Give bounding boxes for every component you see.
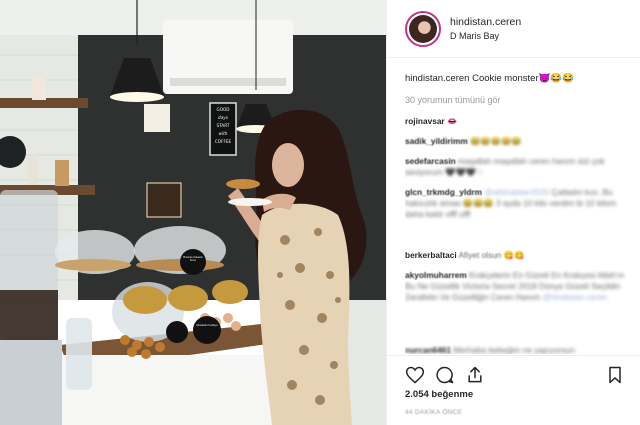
comment-text: 😂😂😂😂😂 [470, 136, 522, 146]
post-timestamp: 44 DAKİKA ÖNCE [405, 409, 463, 416]
comment-username[interactable]: sedefarcasin [405, 156, 456, 166]
share-icon[interactable] [465, 365, 485, 385]
comment: sadik_yildirimm 😂😂😂😂😂 [405, 136, 631, 147]
likes-count[interactable]: 2.054 beğenme [405, 389, 473, 400]
comment-icon[interactable] [435, 365, 455, 385]
photo-scene [0, 0, 386, 425]
post-panel: hindistan.ceren D Maris Bay hindistan.ce… [386, 0, 640, 425]
cake-tag: Brownie Kakaolu Krem [183, 256, 203, 262]
sign-line: days [218, 115, 228, 120]
header-username[interactable]: hindistan.ceren [450, 16, 521, 28]
sign-line: with [218, 131, 228, 136]
action-bar [387, 355, 640, 385]
avatar-image [409, 15, 437, 43]
good-days-sign: GOOD days START with COFFEE [211, 106, 235, 146]
comment-text: Afiyet olsun 😋😋 [458, 250, 525, 260]
comment-username[interactable]: berkerbaltaci [405, 250, 457, 260]
comment-username[interactable]: akyolmuharrem [405, 270, 467, 280]
post-header: hindistan.ceren D Maris Bay [387, 0, 640, 58]
cookie-tag: Çikolatalı Kurabiye [196, 324, 218, 327]
caption-username[interactable]: hindistan.ceren [405, 73, 469, 84]
comment: nurcan6461 Merhaba bebeğim ne yapıyorsun [405, 345, 631, 354]
caption: hindistan.ceren Cookie monster😈😂😂 [405, 73, 631, 84]
comment-username[interactable]: rojinavsar [405, 116, 445, 126]
bookmark-icon[interactable] [605, 365, 625, 385]
post-photo[interactable]: GOOD days START with COFFEE Brownie Kaka… [0, 0, 386, 425]
comment: akyolmuharrem Krakçelerin En Güzeli En K… [405, 270, 631, 336]
comment: glcn_trkmdg_yldrm @alishabber2020 Çatlad… [405, 187, 631, 242]
avatar[interactable] [405, 11, 441, 47]
sign-line: COFFEE [214, 139, 232, 144]
sign-line: START [216, 123, 230, 128]
caption-text: Cookie monster😈😂😂 [472, 73, 575, 84]
comment-text: 👄 [446, 116, 458, 126]
comment: sedefarcasin maşallah maşallah ceren han… [405, 156, 631, 178]
comment: rojinavsar 👄 [405, 116, 631, 127]
comment-username[interactable]: sadik_yildirimm [405, 136, 468, 146]
header-location[interactable]: D Maris Bay [450, 31, 499, 41]
view-all-comments[interactable]: 30 yorumun tümünü gör [405, 95, 631, 106]
comment-mention[interactable]: @alishabber2020 [484, 187, 549, 197]
comment: berkerbaltaci Afiyet olsun 😋😋 [405, 250, 631, 261]
sign-line: GOOD [216, 107, 230, 112]
comment-username[interactable]: glcn_trkmdg_yldrm [405, 187, 482, 197]
comment-username[interactable]: nurcan6461 [405, 345, 451, 354]
heart-icon[interactable] [405, 365, 425, 385]
comment-text: Merhaba bebeğim ne yapıyorsun [453, 345, 575, 354]
comment-mention[interactable]: @hindistan.ceren [542, 292, 607, 302]
instagram-post: GOOD days START with COFFEE Brownie Kaka… [0, 0, 640, 425]
